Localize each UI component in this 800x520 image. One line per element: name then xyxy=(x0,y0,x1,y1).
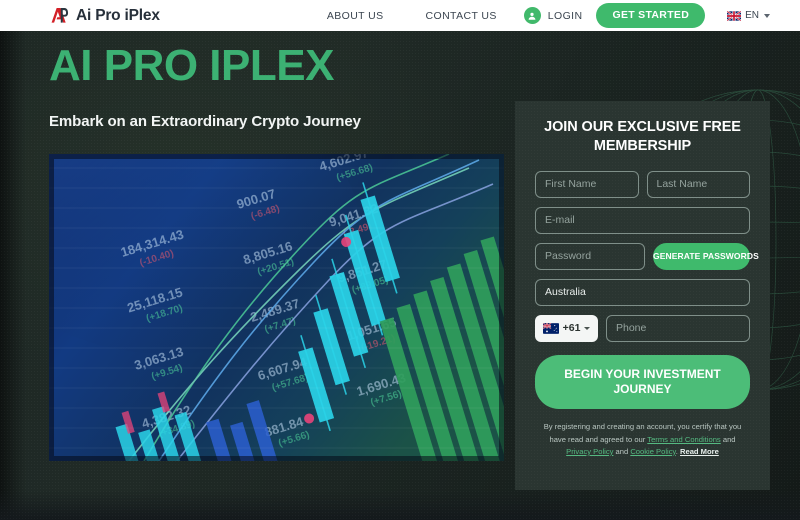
uk-flag-icon xyxy=(727,10,742,21)
login-label: LOGIN xyxy=(547,9,583,22)
get-started-button[interactable]: GET STARTED xyxy=(596,3,706,28)
dial-code-label: +61 xyxy=(562,322,581,335)
password-row: GENERATE PASSWORDS xyxy=(535,242,759,270)
brand-logo[interactable]: Ai Pro iPlex xyxy=(50,6,160,25)
privacy-policy-link[interactable]: Privacy Policy xyxy=(566,447,613,456)
brand-name: Ai Pro iPlex xyxy=(76,6,160,24)
login-button[interactable]: LOGIN xyxy=(518,7,597,24)
top-navigation-bar: Ai Pro iPlex ABOUT US CONTACT US LOGIN G… xyxy=(0,0,800,31)
bottom-edge-shade xyxy=(0,490,800,520)
nav-item-about-us[interactable]: ABOUT US xyxy=(306,10,405,22)
read-more-link[interactable]: Read More xyxy=(680,447,719,456)
signup-panel: JOIN OUR EXCLUSIVE FREE MEMBERSHIP GENER… xyxy=(515,101,770,490)
email-row xyxy=(535,206,750,234)
signup-panel-title: JOIN OUR EXCLUSIVE FREE MEMBERSHIP xyxy=(544,119,741,155)
terms-and-conditions-link[interactable]: Terms and Conditions xyxy=(647,435,720,444)
phone-input[interactable] xyxy=(606,314,750,342)
page-title: AI PRO IPLEX xyxy=(49,41,334,90)
nav-links: ABOUT US CONTACT US LOGIN GET STARTED EN xyxy=(306,3,770,28)
country-input[interactable] xyxy=(535,278,750,306)
legal-text-part2: and xyxy=(720,434,736,444)
australia-flag-icon xyxy=(542,322,559,334)
first-name-input[interactable] xyxy=(535,170,639,198)
chevron-down-icon xyxy=(584,326,591,330)
language-selector[interactable]: EN xyxy=(727,10,770,21)
phone-row: +61 xyxy=(535,314,750,342)
user-avatar-icon xyxy=(523,7,541,24)
generate-passwords-button[interactable]: GENERATE PASSWORDS xyxy=(653,242,759,270)
name-fields-row xyxy=(535,170,750,198)
begin-investment-journey-button[interactable]: BEGIN YOUR INVESTMENT JOURNEY xyxy=(535,354,750,410)
legal-text-part3: and xyxy=(613,446,631,456)
email-input[interactable] xyxy=(535,206,750,234)
nav-item-contact-us[interactable]: CONTACT US xyxy=(405,10,518,22)
language-label: EN xyxy=(745,10,759,21)
cookie-policy-link[interactable]: Cookie Policy xyxy=(630,447,675,456)
hero-subtitle: Embark on an Extraordinary Crypto Journe… xyxy=(49,113,361,130)
landing-page: Ai Pro iPlex ABOUT US CONTACT US LOGIN G… xyxy=(0,0,800,520)
last-name-input[interactable] xyxy=(646,170,750,198)
market-chart-image: 184,314.43 900.07 4,602.97 25,118.15 8,8… xyxy=(49,154,504,461)
left-edge-shade xyxy=(0,31,26,520)
password-input[interactable] xyxy=(535,242,645,270)
chevron-down-icon xyxy=(764,13,770,18)
legal-disclaimer: By registering and creating an account, … xyxy=(535,421,750,458)
ap-monogram-icon xyxy=(51,7,69,23)
country-row xyxy=(535,278,750,306)
dial-code-selector[interactable]: +61 xyxy=(535,314,598,342)
